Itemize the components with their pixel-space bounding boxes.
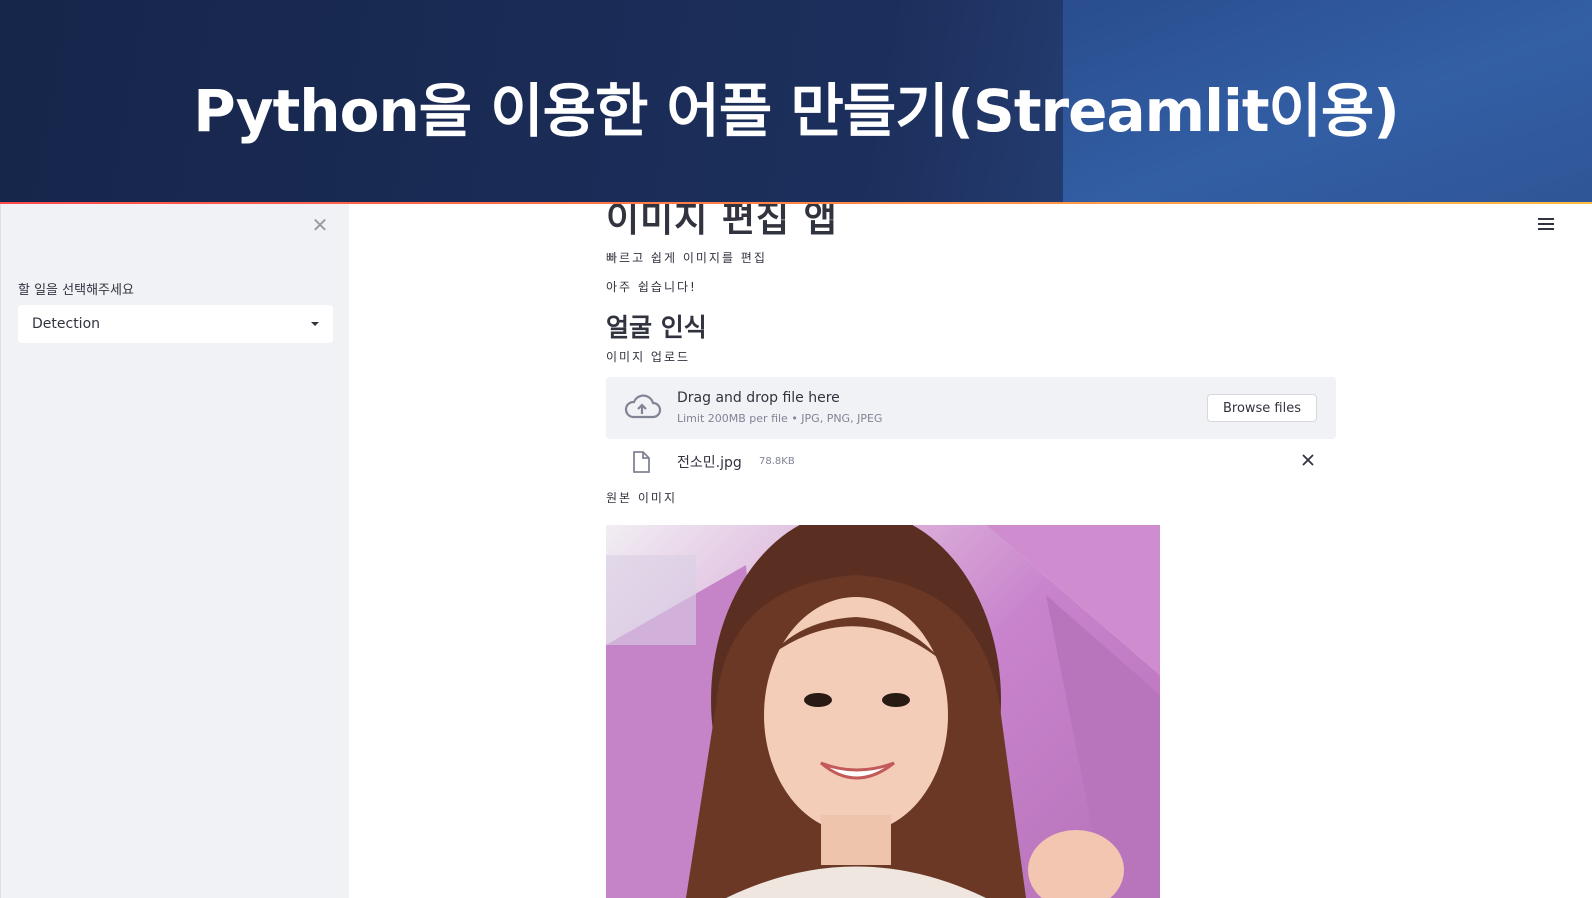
original-image <box>606 525 1160 898</box>
description-line-2: 아주 쉽습니다! <box>606 280 697 294</box>
original-image-label: 원본 이미지 <box>606 491 678 505</box>
uploaded-file-row: 전소민.jpg 78.8KB <box>606 448 1336 478</box>
task-select[interactable]: Detection <box>18 305 333 343</box>
uploaded-file-name: 전소민.jpg <box>677 455 742 471</box>
main-content: 이미지 편집 앱 빠르고 쉽게 이미지를 편집 아주 쉽습니다! 얼굴 인식 이… <box>349 204 1592 898</box>
remove-file-icon[interactable] <box>1298 450 1318 470</box>
section-title: 얼굴 인식 <box>606 313 707 342</box>
upload-label: 이미지 업로드 <box>606 350 691 364</box>
drag-drop-text: Drag and drop file here <box>677 390 840 406</box>
portrait-photo <box>606 525 1160 898</box>
file-uploader-dropzone[interactable]: Drag and drop file here Limit 200MB per … <box>606 377 1336 439</box>
hamburger-menu-icon[interactable] <box>1538 218 1554 232</box>
slide-title: Python을 이용한 어플 만들기(Streamlit이용) <box>193 77 1400 145</box>
page-title: 이미지 편집 앱 <box>606 204 838 240</box>
task-select-label: 할 일을 선택해주세요 <box>18 283 134 298</box>
task-select-value: Detection <box>32 316 101 332</box>
close-icon[interactable]: ✕ <box>309 214 331 236</box>
file-icon <box>633 451 650 473</box>
browse-files-button[interactable]: Browse files <box>1207 394 1317 422</box>
description-line-1: 빠르고 쉽게 이미지를 편집 <box>606 251 767 265</box>
sidebar: ✕ 할 일을 선택해주세요 Detection <box>0 204 349 898</box>
uploaded-file-size: 78.8KB <box>759 456 795 467</box>
cloud-upload-icon <box>624 394 662 419</box>
upload-limit-text: Limit 200MB per file • JPG, PNG, JPEG <box>677 412 883 425</box>
caret-down-icon <box>311 322 319 326</box>
streamlit-app: ✕ 할 일을 선택해주세요 Detection 이미지 편집 앱 빠르고 쉽게 … <box>0 204 1592 898</box>
slide-banner: Python을 이용한 어플 만들기(Streamlit이용) <box>0 0 1592 202</box>
